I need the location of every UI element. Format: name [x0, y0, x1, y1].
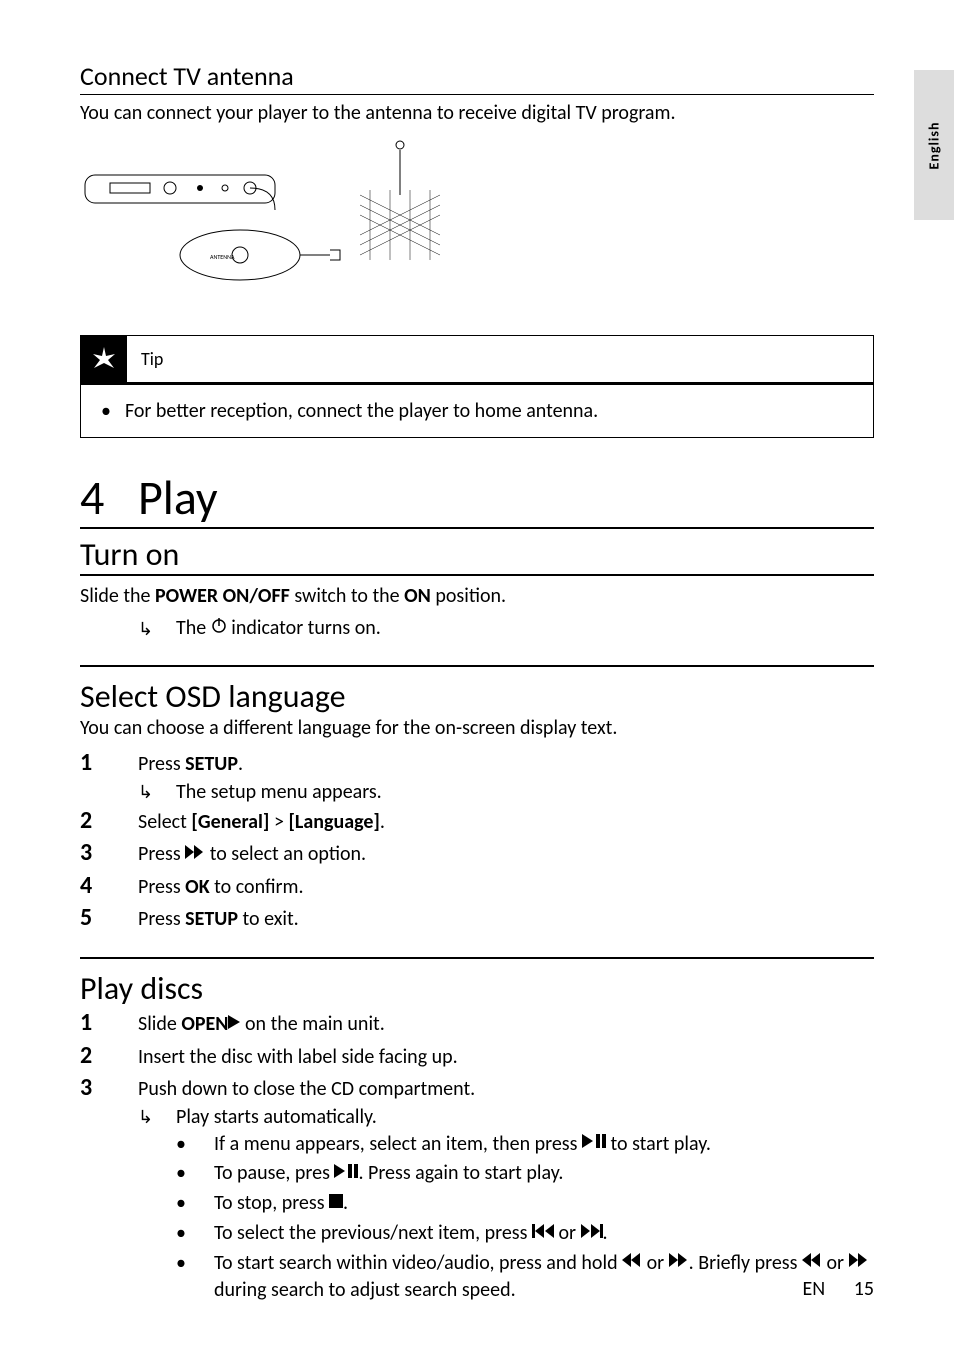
page-content: Connect TV antenna You can connect your … [0, 0, 954, 1346]
rewind-icon [802, 1248, 822, 1275]
osd-step-4: 4 Press OK to confirm. [80, 871, 874, 901]
heading-osd: Select OSD language [80, 677, 874, 716]
discs-bullet-1: • If a menu appears, select an item, the… [176, 1131, 874, 1159]
turn-on-instruction: Slide the POWER ON/OFF switch to the ON … [80, 584, 874, 608]
tip-content: • For better reception, connect the play… [81, 385, 873, 437]
discs-bullet-2: • To pause, pres . Press again to start … [176, 1160, 874, 1188]
tip-header: Tip [81, 336, 873, 385]
osd-step-1: 1 Press SETUP. [80, 748, 874, 778]
play-icon [228, 1010, 240, 1037]
bullet-icon: • [101, 399, 111, 423]
chapter-number: 4 [80, 468, 138, 527]
discs-step-3-result: ↳ Play starts automatically. [138, 1105, 874, 1129]
osd-intro: You can choose a different language for … [80, 716, 874, 740]
osd-step-1-result: ↳ The setup menu appears. [138, 780, 874, 804]
tip-label: Tip [141, 348, 163, 370]
power-indicator-icon [211, 615, 227, 639]
text-connect-intro: You can connect your player to the anten… [80, 101, 874, 125]
rewind-icon [622, 1248, 642, 1275]
result-arrow-icon: ↳ [138, 618, 176, 640]
tip-asterisk-icon [81, 336, 127, 382]
play-pause-icon [582, 1129, 606, 1156]
skip-previous-icon [532, 1219, 554, 1246]
fast-forward-icon [849, 1248, 869, 1275]
discs-step-3: 3 Push down to close the CD compartment. [80, 1073, 874, 1103]
discs-bullet-5: • To start search within video/audio, pr… [176, 1250, 874, 1305]
page-footer: EN 15 [803, 1277, 875, 1301]
tip-text: For better reception, connect the player… [125, 399, 598, 423]
skip-next-icon [581, 1219, 603, 1246]
footer-page-number: 15 [854, 1277, 874, 1301]
osd-step-5: 5 Press SETUP to exit. [80, 903, 874, 933]
heading-connect-antenna: Connect TV antenna [80, 60, 874, 95]
result-arrow-icon: ↳ [138, 1106, 176, 1128]
footer-lang: EN [803, 1277, 826, 1301]
antenna-diagram: ANTENNA [80, 135, 460, 315]
chapter-title: Play [138, 468, 218, 527]
turn-on-result: ↳ The indicator turns on. [138, 616, 874, 641]
discs-bullet-3: • To stop, press . [176, 1190, 874, 1218]
discs-bullet-4: • To select the previous/next item, pres… [176, 1220, 874, 1248]
chapter-heading: 4 Play [80, 468, 874, 529]
tip-box: Tip • For better reception, connect the … [80, 335, 874, 438]
heading-play-discs: Play discs [80, 969, 874, 1008]
heading-turn-on: Turn on [80, 535, 874, 576]
osd-step-2: 2 Select [General] > [Language]. [80, 806, 874, 836]
result-arrow-icon: ↳ [138, 781, 176, 803]
diagram-antenna-label: ANTENNA [210, 253, 235, 261]
stop-icon [329, 1189, 343, 1216]
play-pause-icon [334, 1159, 358, 1186]
fast-forward-icon [669, 1248, 689, 1275]
discs-step-2: 2 Insert the disc with label side facing… [80, 1041, 874, 1071]
fast-forward-icon [185, 840, 205, 867]
discs-step-1: 1 Slide OPEN on the main unit. [80, 1008, 874, 1039]
osd-step-3: 3 Press to select an option. [80, 838, 874, 869]
